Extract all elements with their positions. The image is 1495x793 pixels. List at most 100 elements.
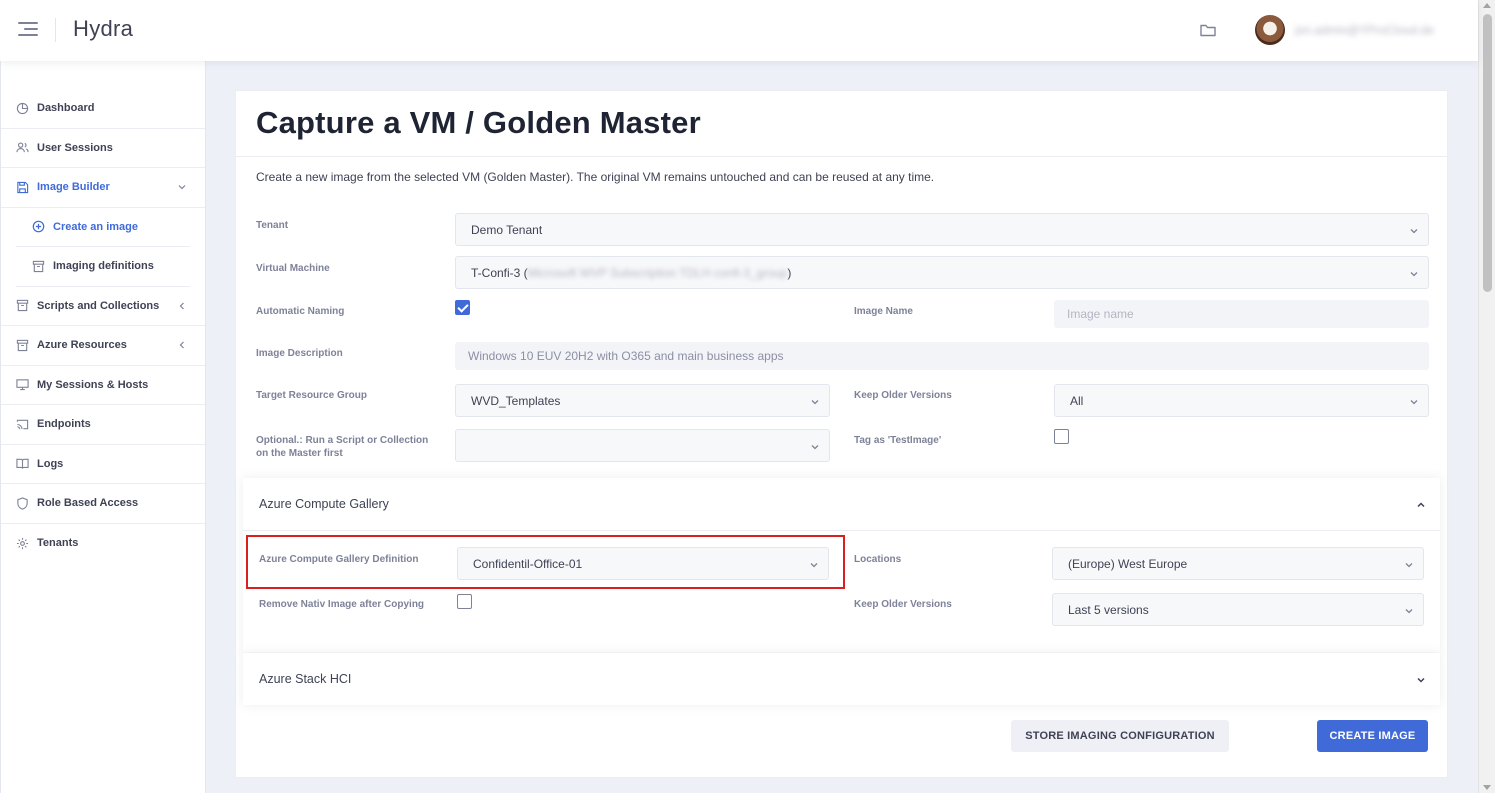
gallery-accordion: Azure Compute Gallery Azure Compute Gall… <box>243 478 1440 652</box>
scroll-thumb[interactable] <box>1483 14 1492 292</box>
page-scrollbar[interactable] <box>1478 0 1495 793</box>
gear-icon <box>16 537 29 550</box>
sidebar-item-label: Image Builder <box>37 181 110 194</box>
menu-icon[interactable] <box>18 22 38 38</box>
sidebar-item-label: My Sessions & Hosts <box>37 378 149 391</box>
vm-select[interactable]: T-Confi-3 ( Microsoft WVP Subscription T… <box>455 256 1429 289</box>
chevron-up-icon <box>1416 499 1426 509</box>
vm-label: Virtual Machine <box>256 263 330 274</box>
capture-card: Capture a VM / Golden Master Create a ne… <box>235 90 1448 778</box>
gallery-title: Azure Compute Gallery <box>259 497 389 511</box>
tag-testimage-label: Tag as 'TestImage' <box>854 435 942 446</box>
sidebar-item-label: Endpoints <box>37 418 91 431</box>
sidebar-item-label: Create an image <box>53 220 138 233</box>
sidebar-item-create-image[interactable]: Create an image <box>16 208 190 247</box>
target-rg-label: Target Resource Group <box>256 390 367 401</box>
sidebar-item-label: Imaging definitions <box>53 260 154 273</box>
tenant-label: Tenant <box>256 220 289 231</box>
keep-older-label: Keep Older Versions <box>854 390 952 401</box>
tenant-value: Demo Tenant <box>471 222 543 237</box>
locations-label: Locations <box>854 554 902 565</box>
sidebar-item-imaging-definitions[interactable]: Imaging definitions <box>16 247 190 287</box>
chevron-down-icon <box>177 182 187 192</box>
tenant-select[interactable]: Demo Tenant <box>455 213 1429 246</box>
locations-select[interactable]: (Europe) West Europe <box>1052 547 1424 580</box>
optional-script-label: Optional.: Run a Script or Collection on… <box>256 435 429 459</box>
sidebar-item-my-sessions-hosts[interactable]: My Sessions & Hosts <box>1 366 205 405</box>
image-name-input[interactable]: Image name <box>1054 300 1429 328</box>
gallery-definition-label: Azure Compute Gallery Definition <box>259 554 419 565</box>
scroll-up-icon[interactable] <box>1483 3 1491 8</box>
sidebar-item-label: Azure Resources <box>37 339 127 352</box>
page-description: Create a new image from the selected VM … <box>256 170 935 184</box>
archive-icon <box>16 339 29 352</box>
sidebar-item-logs[interactable]: Logs <box>1 445 205 484</box>
gallery-accordion-body: Azure Compute Gallery Definition Confide… <box>243 530 1440 652</box>
chevron-down-icon <box>1404 559 1414 569</box>
gallery-keep-older-label: Keep Older Versions <box>854 599 952 610</box>
sidebar-item-role-based-access[interactable]: Role Based Access <box>1 484 205 524</box>
folder-icon[interactable] <box>1199 21 1217 39</box>
sidebar-item-scripts-collections[interactable]: Scripts and Collections <box>1 287 205 326</box>
optional-script-select[interactable] <box>455 429 830 462</box>
card-header: Capture a VM / Golden Master <box>236 91 1447 157</box>
sidebar-item-endpoints[interactable]: Endpoints <box>1 405 205 445</box>
save-icon <box>16 181 29 194</box>
chevron-down-icon <box>810 396 820 406</box>
store-config-button[interactable]: STORE IMAGING CONFIGURATION <box>1011 720 1229 752</box>
plus-circle-icon <box>32 220 45 233</box>
pie-chart-icon <box>16 102 29 115</box>
target-rg-value: WVD_Templates <box>471 393 561 408</box>
chevron-down-icon <box>809 559 819 569</box>
keep-older-select[interactable]: All <box>1054 384 1429 417</box>
target-rg-select[interactable]: WVD_Templates <box>455 384 830 417</box>
vm-value-end: ) <box>787 265 792 280</box>
auto-naming-checkbox[interactable] <box>455 300 470 315</box>
top-header: Hydra jon.admin@YProCloud.de <box>0 0 1478 61</box>
sidebar-item-label: Dashboard <box>37 102 95 115</box>
hci-accordion-header[interactable]: Azure Stack HCI <box>243 653 1440 705</box>
gallery-accordion-header[interactable]: Azure Compute Gallery <box>243 478 1440 530</box>
brand-title: Hydra <box>73 16 134 41</box>
sidebar-item-label: Logs <box>37 457 64 470</box>
username[interactable]: jon.admin@YProCloud.de <box>1295 23 1445 37</box>
gallery-definition-select[interactable]: Confidentil-Office-01 <box>457 547 829 580</box>
chevron-left-icon <box>177 301 187 311</box>
avatar[interactable] <box>1255 15 1285 45</box>
image-description-label: Image Description <box>256 348 343 359</box>
sidebar-item-label: Role Based Access <box>37 497 139 510</box>
sidebar: Dashboard User Sessions Image Builder Cr… <box>0 61 206 793</box>
create-image-button[interactable]: CREATE IMAGE <box>1317 720 1428 752</box>
sidebar-item-label: Tenants <box>37 537 79 550</box>
chevron-down-icon <box>1416 674 1426 684</box>
page-title: Capture a VM / Golden Master <box>256 105 701 140</box>
sidebar-item-image-builder[interactable]: Image Builder <box>1 168 205 208</box>
sidebar-item-tenants[interactable]: Tenants <box>1 524 205 564</box>
sidebar-item-label: Scripts and Collections <box>37 299 160 312</box>
gallery-keep-older-select[interactable]: Last 5 versions <box>1052 593 1424 626</box>
tag-testimage-checkbox[interactable] <box>1054 429 1069 444</box>
sidebar-item-azure-resources[interactable]: Azure Resources <box>1 326 205 366</box>
hci-accordion: Azure Stack HCI <box>243 653 1440 705</box>
scroll-down-icon[interactable] <box>1483 785 1491 790</box>
cast-icon <box>16 418 29 431</box>
users-icon <box>16 141 29 154</box>
chevron-down-icon <box>1409 225 1419 235</box>
sidebar-item-user-sessions[interactable]: User Sessions <box>1 129 205 168</box>
image-description-input[interactable]: Windows 10 EUV 20H2 with O365 and main b… <box>455 342 1429 370</box>
archive-icon <box>16 299 29 312</box>
monitor-icon <box>16 378 29 391</box>
gallery-definition-value: Confidentil-Office-01 <box>473 556 583 571</box>
sidebar-item-dashboard[interactable]: Dashboard <box>1 89 205 129</box>
remove-native-checkbox[interactable] <box>457 594 472 609</box>
chevron-left-icon <box>177 340 187 350</box>
chevron-down-icon <box>1409 268 1419 278</box>
archive-icon <box>32 260 45 273</box>
image-name-label: Image Name <box>854 306 913 317</box>
hci-title: Azure Stack HCI <box>259 672 352 686</box>
auto-naming-label: Automatic Naming <box>256 306 345 317</box>
remove-native-label: Remove Nativ Image after Copying <box>259 599 425 610</box>
chevron-down-icon <box>1404 605 1414 615</box>
chevron-down-icon <box>1409 396 1419 406</box>
locations-value: (Europe) West Europe <box>1068 556 1188 571</box>
